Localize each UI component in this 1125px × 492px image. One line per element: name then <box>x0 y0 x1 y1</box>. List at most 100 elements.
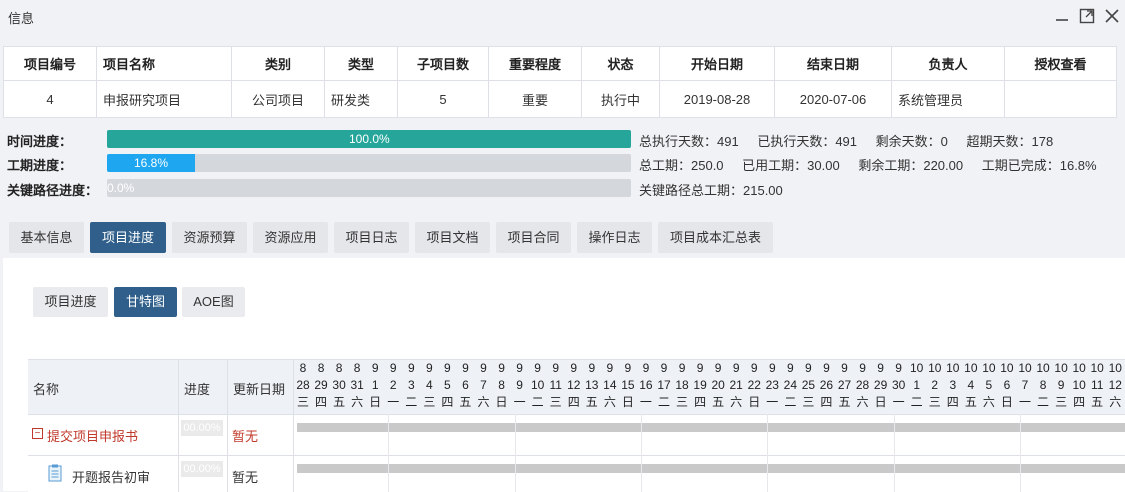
gantt-day-weekday: 四 <box>820 395 833 409</box>
gantt-row-group[interactable]: − 提交项目申报书 00.00% 暂无 <box>28 415 1125 456</box>
gantt-day-header: 9 17 二 <box>655 360 673 414</box>
subtab-project-progress[interactable]: 项目进度 <box>33 287 108 317</box>
gantt-day-weekday: 三 <box>423 395 436 409</box>
gantt-gridline <box>388 414 390 492</box>
gantt-day-weekday: 六 <box>603 395 616 409</box>
close-icon[interactable] <box>1103 6 1121 26</box>
gantt-day-header: 10 3 四 <box>944 360 962 414</box>
gantt-day-weekday: 日 <box>495 395 508 409</box>
subtab-aoe[interactable]: AOE图 <box>182 287 245 317</box>
gantt-day-header: 10 11 五 <box>1088 360 1106 414</box>
critical-path-total-duration: 关键路径总工期：215.00 <box>639 183 783 198</box>
gantt-day-month: 9 <box>552 361 560 375</box>
tab-operation-log[interactable]: 操作日志 <box>577 222 652 253</box>
tab-cost-summary[interactable]: 项目成本汇总表 <box>658 222 773 253</box>
gantt-day-month: 9 <box>371 361 379 375</box>
gantt-bar[interactable] <box>297 464 1125 473</box>
gantt-day-month: 9 <box>750 361 758 375</box>
gantt-day-date: 1 <box>913 378 921 392</box>
tab-project-contract[interactable]: 项目合同 <box>496 222 571 253</box>
tab-basic-info[interactable]: 基本信息 <box>9 222 84 253</box>
gantt-day-weekday: 六 <box>1109 395 1122 409</box>
header-project-id: 项目编号 <box>3 46 97 81</box>
remaining-duration: 剩余工期：220.00 <box>858 158 964 173</box>
gantt-day-weekday: 三 <box>676 395 689 409</box>
gantt-day-date: 8 <box>1039 378 1047 392</box>
gantt-day-date: 13 <box>585 378 599 392</box>
gantt-day-date: 17 <box>657 378 671 392</box>
gantt-day-date: 6 <box>462 378 469 392</box>
gantt-day-header: 9 19 四 <box>691 360 709 414</box>
gantt-day-weekday: 六 <box>351 395 364 409</box>
gantt-day-date: 31 <box>350 378 364 392</box>
gantt-day-weekday: 六 <box>982 395 995 409</box>
gantt-day-month: 9 <box>787 361 794 375</box>
tab-project-docs[interactable]: 项目文档 <box>415 222 490 253</box>
gantt-day-weekday: 四 <box>441 395 454 409</box>
gantt-day-date: 27 <box>837 378 852 392</box>
header-type: 类型 <box>324 46 398 81</box>
gantt-day-weekday: 日 <box>874 395 887 409</box>
collapse-icon[interactable]: − <box>32 428 43 439</box>
gantt-row-name[interactable]: 提交项目申报书 <box>47 426 138 445</box>
gantt-day-date: 21 <box>729 378 743 392</box>
gantt-day-date: 16 <box>639 378 653 392</box>
gantt-day-weekday: 一 <box>892 395 905 409</box>
gantt-day-weekday: 二 <box>405 395 418 409</box>
tab-resource-budget[interactable]: 资源预算 <box>172 222 247 253</box>
gantt-day-date: 26 <box>819 378 834 392</box>
gantt-row-name-cell: 开题报告初审 <box>28 456 179 492</box>
gantt-day-weekday: 四 <box>567 395 580 409</box>
critical-path-progress-bar: 0.0% <box>107 179 631 197</box>
work-progress-percent: 16.8% <box>134 156 169 170</box>
gantt-day-header: 9 30 一 <box>890 360 908 414</box>
gantt-day-date: 25 <box>801 378 816 392</box>
maximize-icon[interactable] <box>1078 6 1096 26</box>
gantt-day-weekday: 一 <box>639 395 652 409</box>
gantt-day-date: 30 <box>891 378 906 392</box>
gantt-row-progress-cell: 00.00% <box>179 415 228 455</box>
gantt-row-name[interactable]: 开题报告初审 <box>72 467 150 486</box>
gantt-day-header: 8 30 五 <box>330 360 348 414</box>
remaining-days: 剩余天数：0 <box>875 134 948 149</box>
gantt-day-month: 9 <box>606 361 614 375</box>
gantt-day-header: 9 18 三 <box>673 360 691 414</box>
time-progress-row: 时间进度： 100.0% 总执行天数：491 已执行天数：491 剩余天数：0 … <box>0 128 1125 152</box>
window-titlebar: 信息 <box>0 0 1125 34</box>
tab-project-progress[interactable]: 项目进度 <box>90 222 166 253</box>
tab-project-log[interactable]: 项目日志 <box>334 222 409 253</box>
gantt-day-month: 9 <box>642 361 650 375</box>
gantt-day-weekday: 三 <box>1055 395 1068 409</box>
gantt-header-updated-label: 更新日期 <box>233 382 286 397</box>
gantt-day-header: 9 5 四 <box>438 360 456 414</box>
gantt-day-weekday: 三 <box>802 395 815 409</box>
gantt-day-header: 9 28 六 <box>854 360 872 414</box>
gantt-day-header: 9 20 五 <box>709 360 727 414</box>
tab-resource-usage[interactable]: 资源应用 <box>253 222 328 253</box>
gantt-day-month: 9 <box>516 361 523 375</box>
gantt-day-header: 9 11 三 <box>547 360 565 414</box>
gantt-day-month: 9 <box>678 361 686 375</box>
gantt-header-updated: 更新日期 <box>228 360 294 414</box>
project-info-table: 项目编号 项目名称 类别 类型 子项目数 重要程度 状态 开始日期 结束日期 负… <box>3 46 1117 118</box>
gantt-day-weekday: 三 <box>296 395 309 409</box>
gantt-row-name-cell: − 提交项目申报书 <box>28 415 179 455</box>
gantt-day-month: 10 <box>1108 361 1122 375</box>
gantt-day-month: 9 <box>534 361 541 375</box>
cell-end-date: 2020-07-06 <box>774 80 892 118</box>
gantt-day-date: 20 <box>711 378 725 392</box>
cell-owner: 系统管理员 <box>891 80 1005 118</box>
gantt-row-task[interactable]: 开题报告初审 00.00% 暂无 <box>28 456 1125 492</box>
gantt-day-month: 9 <box>498 361 505 375</box>
subtab-gantt[interactable]: 甘特图 <box>114 287 177 317</box>
minimize-icon[interactable] <box>1053 6 1071 26</box>
gantt-day-header: 9 4 三 <box>420 360 438 414</box>
gantt-day-weekday: 六 <box>730 395 743 409</box>
gantt-day-header: 9 16 一 <box>637 360 655 414</box>
gantt-row-updated-cell: 暂无 <box>228 456 294 492</box>
gantt-bar[interactable] <box>297 423 1125 432</box>
cell-status: 执行中 <box>581 80 660 118</box>
gantt-day-month: 10 <box>928 361 942 375</box>
gantt-day-month: 10 <box>946 361 960 375</box>
gantt-day-weekday: 五 <box>838 395 851 409</box>
